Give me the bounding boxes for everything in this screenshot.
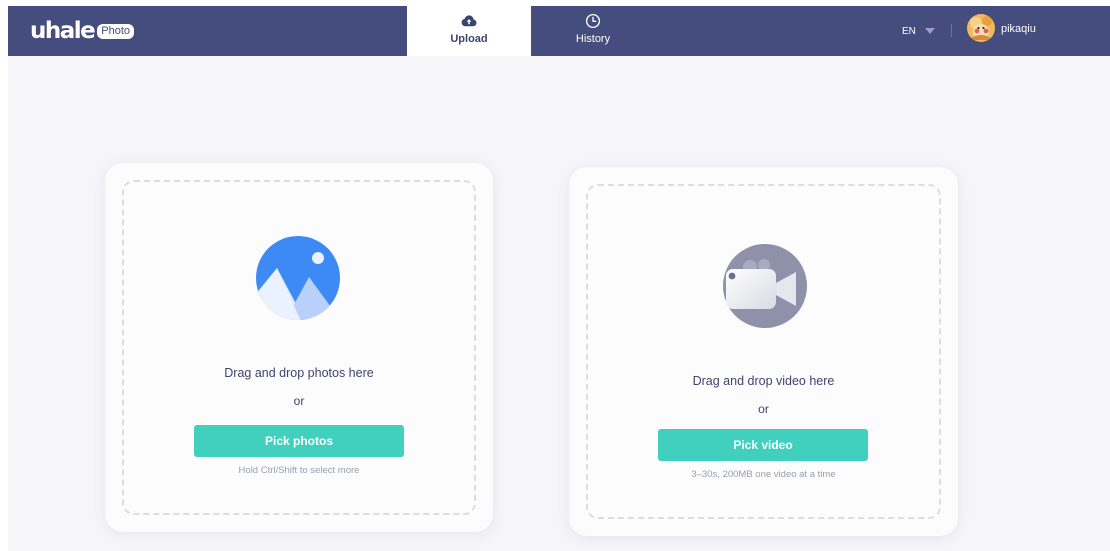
video-camera-icon [723, 244, 807, 328]
tab-upload-label: Upload [450, 33, 488, 45]
photos-drop-text: Drag and drop photos here [224, 366, 374, 380]
avatar[interactable] [967, 14, 995, 42]
language-selector[interactable]: EN [902, 23, 935, 39]
avatar-image [967, 14, 995, 42]
mountain-image-icon [256, 236, 340, 320]
tab-upload[interactable]: Upload [407, 6, 531, 56]
logo-badge: Photo [97, 23, 135, 39]
caret-down-icon [924, 28, 935, 34]
tab-history[interactable]: History [531, 6, 655, 56]
photos-hint-text: Hold Ctrl/Shift to select more [238, 465, 360, 476]
pick-video-button[interactable]: Pick video [658, 429, 868, 461]
video-drop-text: Drag and drop video here [692, 374, 835, 388]
logo[interactable]: uhale Photo [30, 18, 135, 44]
photos-or-text: or [293, 394, 305, 408]
nav-divider [951, 24, 952, 37]
top-navbar: uhale Photo Upload History EN pikaqiu [8, 6, 1110, 56]
app-frame: uhale Photo Upload History EN pikaqiu Dr… [8, 6, 1110, 551]
photos-upload-card: Drag and drop photos here or Pick photos… [105, 163, 493, 532]
video-or-text: or [758, 402, 769, 416]
logo-text: uhale [30, 18, 96, 44]
video-hint-text: 3–30s, 200MB one video at a time [691, 469, 836, 480]
pick-photos-button[interactable]: Pick photos [194, 425, 404, 457]
video-upload-card: Drag and drop video here or Pick video 3… [569, 167, 958, 536]
tab-history-label: History [575, 33, 611, 45]
language-label: EN [902, 25, 916, 37]
clock-icon [585, 13, 601, 29]
cloud-upload-icon [461, 15, 477, 27]
username[interactable]: pikaqiu [1001, 22, 1036, 36]
